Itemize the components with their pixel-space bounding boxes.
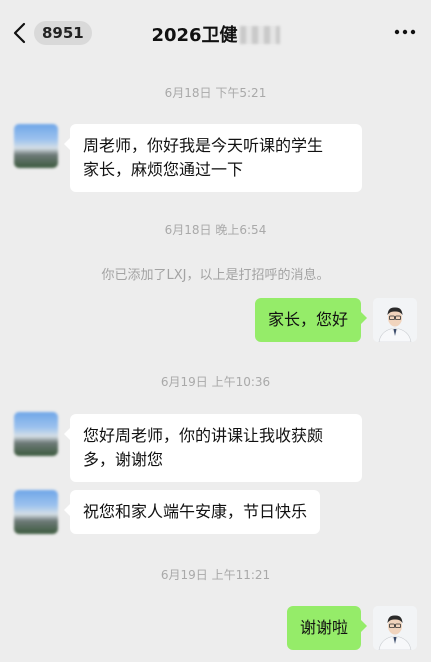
timestamp: 6月18日 晚上6:54	[164, 223, 267, 237]
timestamp: 6月19日 上午11:21	[160, 568, 271, 582]
message-text-line: 家长，麻烦您通过一下	[83, 160, 244, 179]
incoming-message-bubble[interactable]: 周老师，你好我是今天听课的学生 家长，麻烦您通过一下	[64, 124, 362, 192]
chat-header: 8951 2026卫健	[0, 0, 431, 64]
chat-title: 2026卫健	[0, 21, 431, 47]
message-text: 谢谢啦	[299, 618, 348, 637]
timestamp: 6月19日 上午10:36	[160, 375, 271, 389]
outgoing-message-bubble[interactable]: 家长，您好	[254, 298, 368, 342]
my-avatar[interactable]	[373, 606, 417, 650]
incoming-message-bubble[interactable]: 祝您和家人端午安康，节日快乐	[63, 490, 321, 534]
contact-avatar[interactable]	[14, 490, 58, 534]
title-redacted-blur	[239, 26, 280, 44]
contact-avatar[interactable]	[14, 412, 58, 456]
person-portrait-icon	[373, 606, 417, 650]
more-dots-icon[interactable]	[393, 28, 417, 36]
chat-title-text: 2026卫健	[151, 25, 238, 46]
message-text: 祝您和家人端午安康，节日快乐	[83, 502, 308, 521]
outgoing-message-bubble[interactable]: 谢谢啦	[286, 606, 368, 650]
system-notice: 你已添加了LXJ，以上是打招呼的消息。	[101, 268, 330, 283]
my-avatar[interactable]	[373, 298, 417, 342]
message-text-line: 周老师，你好我是今天听课的学生	[83, 136, 324, 155]
message-text-line: 您好周老师，你的讲课让我收获颇	[83, 426, 324, 445]
message-text-line: 多，谢谢您	[83, 450, 164, 469]
contact-avatar[interactable]	[14, 124, 58, 168]
person-portrait-icon	[373, 298, 417, 342]
incoming-message-bubble[interactable]: 您好周老师，你的讲课让我收获颇 多，谢谢您	[64, 414, 362, 482]
timestamp: 6月18日 下午5:21	[164, 86, 267, 100]
message-text: 家长，您好	[267, 310, 348, 329]
